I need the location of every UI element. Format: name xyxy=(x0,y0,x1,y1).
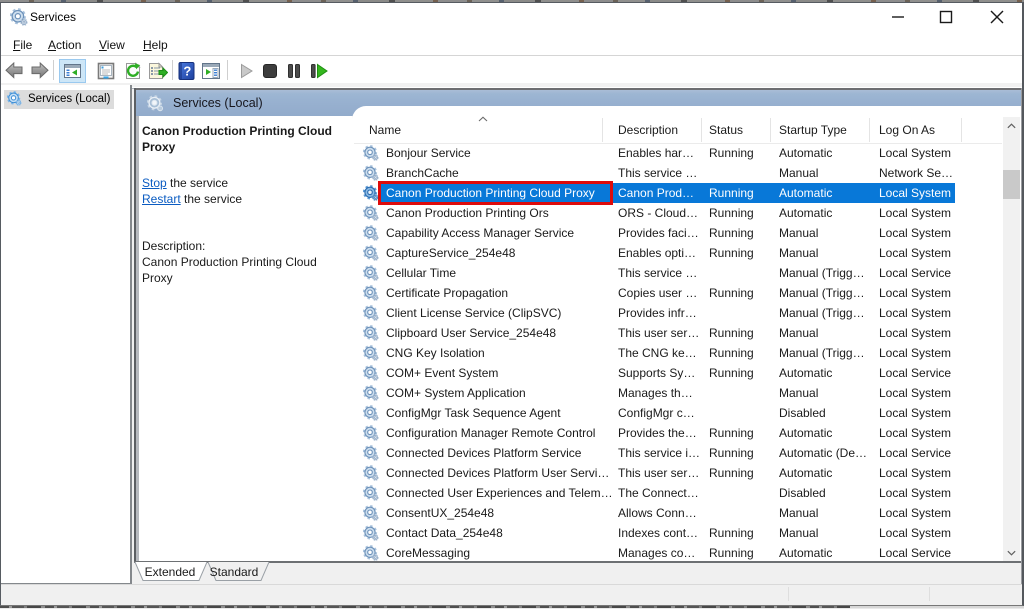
svg-text:Standard: Standard xyxy=(210,565,259,579)
svg-text:Extended: Extended xyxy=(145,565,196,579)
svg-text:?: ? xyxy=(183,64,191,79)
